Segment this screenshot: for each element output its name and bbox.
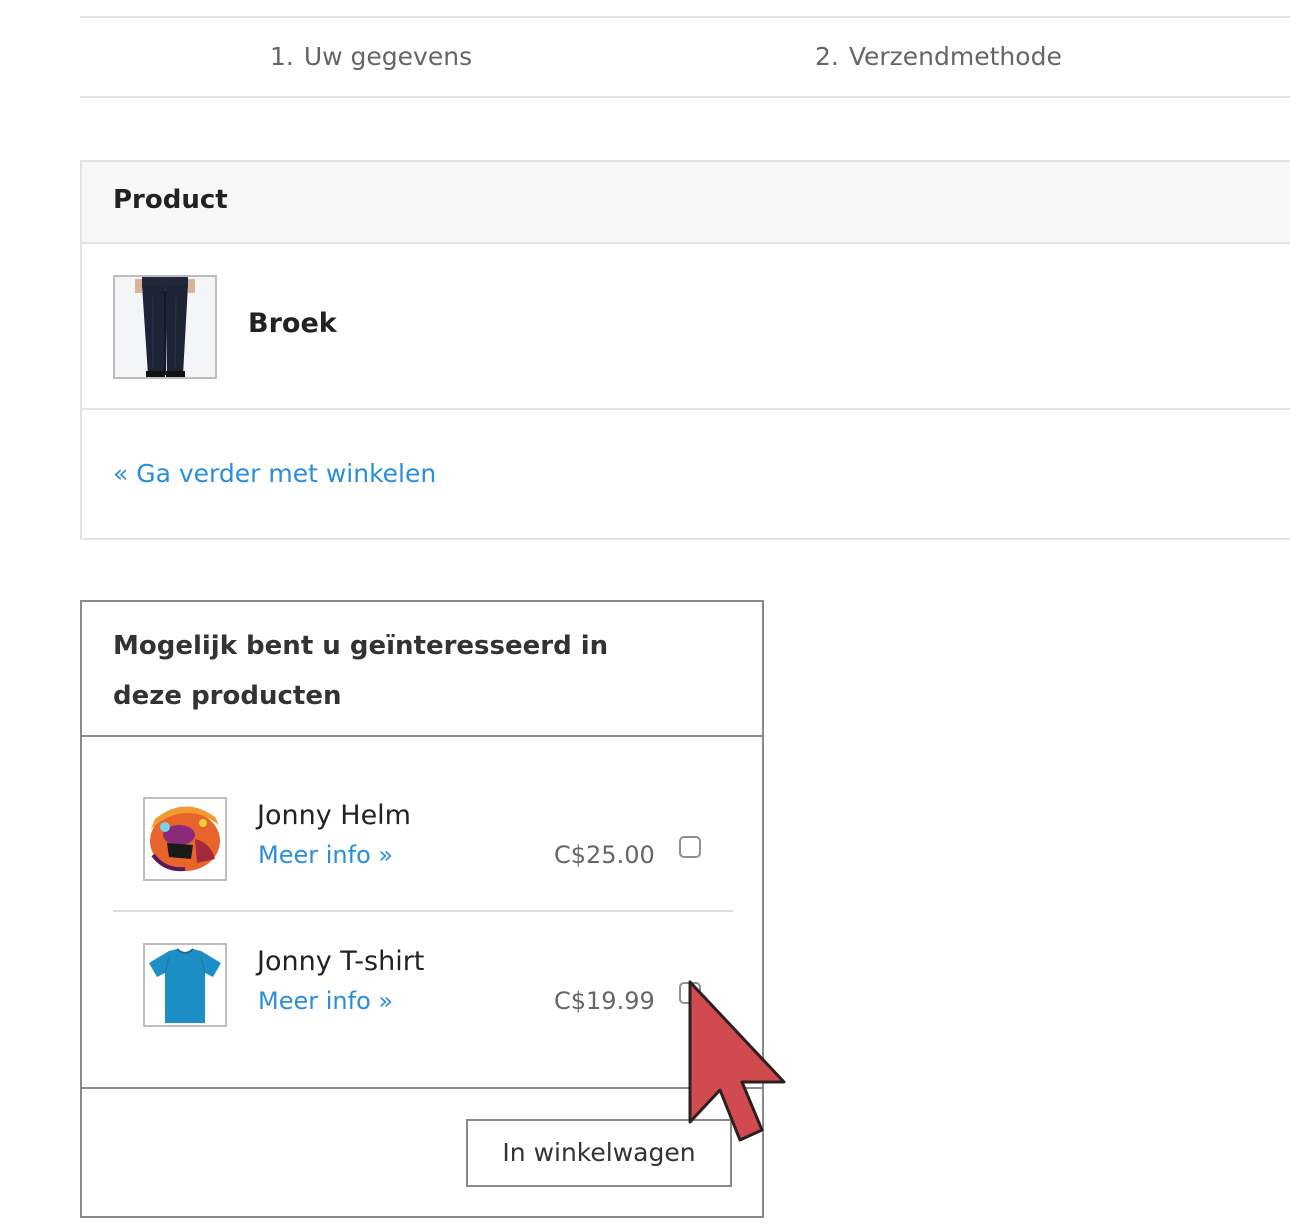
recommendation-checkbox[interactable] (679, 836, 701, 858)
checkout-steps: 1. Uw gegevens 2. Verzendmethode (80, 16, 1290, 98)
recommendations-header: Mogelijk bent u geïnteresseerd in deze p… (82, 602, 762, 737)
recommendations-footer: In winkelwagen (82, 1087, 762, 1218)
pants-thumbnail[interactable] (113, 275, 217, 379)
recommendation-name[interactable]: Jonny T-shirt (257, 946, 424, 977)
cart-panel: Product Broek « Ga verder met winkelen (80, 160, 1290, 540)
recommendation-name[interactable]: Jonny Helm (257, 800, 411, 831)
recommendation-checkbox[interactable] (679, 982, 701, 1004)
step-number: 2. (815, 42, 839, 71)
step-2[interactable]: 2. Verzendmethode (815, 42, 1062, 71)
recommendation-item: Jonny Helm Meer info » C$25.00 (113, 767, 733, 912)
step-label: Uw gegevens (303, 42, 473, 71)
cart-header-title: Product (113, 185, 228, 215)
tshirt-thumbnail[interactable] (143, 943, 227, 1027)
tshirt-photo (145, 945, 225, 1025)
recommendation-price: C$19.99 (554, 987, 655, 1015)
helmet-thumbnail[interactable] (143, 797, 227, 881)
more-info-link[interactable]: Meer info » (258, 987, 393, 1015)
step-number: 1. (270, 42, 294, 71)
recommendations-title: Mogelijk bent u geïnteresseerd in deze p… (113, 631, 609, 711)
pants-photo (115, 277, 215, 377)
recommendation-price: C$25.00 (554, 841, 655, 869)
recommendations-panel: Mogelijk bent u geïnteresseerd in deze p… (80, 600, 764, 1218)
step-label: Verzendmethode (848, 42, 1062, 71)
cart-item-row: Broek (82, 244, 1290, 410)
step-1[interactable]: 1. Uw gegevens (270, 42, 472, 71)
helmet-photo (145, 799, 225, 879)
more-info-link[interactable]: Meer info » (258, 841, 393, 869)
continue-shopping-link[interactable]: « Ga verder met winkelen (113, 459, 436, 488)
recommendation-item: Jonny T-shirt Meer info » C$19.99 (113, 913, 733, 1058)
add-to-cart-button[interactable]: In winkelwagen (466, 1119, 732, 1187)
cart-product-name[interactable]: Broek (248, 308, 337, 339)
cart-header: Product (82, 162, 1290, 244)
